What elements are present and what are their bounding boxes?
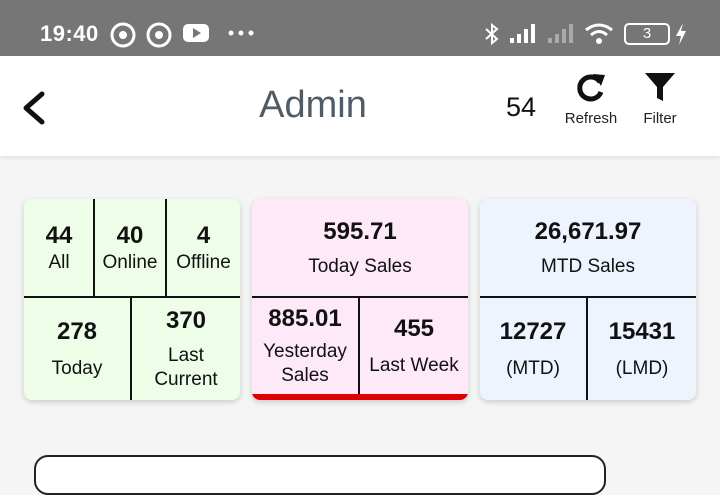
sales-summary-card[interactable]: 595.71 Today Sales 885.01 Yesterday Sale… bbox=[252, 199, 468, 400]
last-current-value: 370 bbox=[165, 307, 207, 334]
bluetooth-icon bbox=[485, 22, 499, 46]
offline-label: Offline bbox=[176, 252, 231, 273]
lmd-count-value: 15431 bbox=[608, 318, 676, 345]
online-label: Online bbox=[102, 252, 158, 273]
last-current-stat[interactable]: 370 Last Current bbox=[132, 298, 240, 400]
status-time: 19:40 bbox=[40, 21, 99, 46]
yesterday-sales-label-line1: Yesterday bbox=[263, 341, 347, 362]
online-stat[interactable]: 40 Online bbox=[95, 199, 165, 297]
filter-label: Filter bbox=[643, 110, 677, 127]
today-sales-value: 595.71 bbox=[323, 218, 397, 245]
offline-stat[interactable]: 4 Offline bbox=[167, 199, 240, 297]
app-bar: Admin 54 Refresh Filter bbox=[0, 56, 720, 156]
all-stat[interactable]: 44 All bbox=[24, 199, 94, 297]
signal-no-service-icon bbox=[548, 24, 573, 43]
today-value: 278 bbox=[56, 318, 98, 345]
last-week-label: Last Week bbox=[369, 355, 459, 376]
battery-icon: 3 bbox=[624, 23, 670, 45]
signal-icon bbox=[510, 24, 535, 43]
refresh-label: Refresh bbox=[564, 110, 618, 127]
today-sales-label: Today Sales bbox=[308, 256, 412, 277]
more-notifications-icon bbox=[228, 30, 254, 36]
mtd-count-stat[interactable]: 12727 (MTD) bbox=[480, 298, 586, 400]
filter-icon bbox=[645, 73, 675, 101]
app-notification-icon bbox=[146, 22, 172, 48]
filter-button[interactable]: Filter bbox=[625, 70, 695, 127]
refresh-icon bbox=[577, 74, 605, 102]
lmd-count-stat[interactable]: 15431 (LMD) bbox=[588, 298, 696, 400]
online-value: 40 bbox=[116, 222, 144, 249]
all-value: 44 bbox=[45, 222, 73, 249]
last-week-value: 455 bbox=[393, 315, 435, 342]
last-current-label-line1: Last bbox=[168, 345, 204, 366]
mtd-summary-card[interactable]: 26,671.97 MTD Sales 12727 (MTD) 15431 (L… bbox=[480, 199, 696, 400]
today-sales-stat[interactable]: 595.71 Today Sales bbox=[252, 199, 468, 297]
mtd-count-label: (MTD) bbox=[506, 358, 560, 379]
last-week-stat[interactable]: 455 Last Week bbox=[360, 298, 468, 394]
youtube-icon bbox=[183, 24, 209, 42]
last-current-label-line2: Current bbox=[154, 369, 218, 390]
mtd-sales-value: 26,671.97 bbox=[534, 218, 642, 245]
offline-value: 4 bbox=[196, 222, 211, 249]
wifi-icon bbox=[585, 23, 613, 44]
mtd-count-value: 12727 bbox=[499, 318, 567, 345]
selected-indicator bbox=[252, 394, 468, 400]
yesterday-sales-stat[interactable]: 885.01 Yesterday Sales bbox=[252, 298, 358, 394]
search-box[interactable] bbox=[34, 455, 606, 495]
devices-summary-card[interactable]: 44 All 40 Online 4 Offline 278 Today 370… bbox=[24, 199, 240, 400]
yesterday-sales-label-line2: Sales bbox=[281, 365, 329, 386]
yesterday-sales-value: 885.01 bbox=[268, 305, 342, 332]
mtd-sales-stat[interactable]: 26,671.97 MTD Sales bbox=[480, 199, 696, 297]
refresh-button[interactable]: Refresh bbox=[556, 70, 626, 127]
charging-icon bbox=[676, 23, 686, 45]
app-notification-icon bbox=[110, 22, 136, 48]
battery-level: 3 bbox=[642, 25, 652, 42]
status-bar: 19:40 3 bbox=[0, 0, 720, 56]
mtd-sales-label: MTD Sales bbox=[541, 256, 635, 277]
today-label: Today bbox=[51, 358, 103, 379]
today-stat[interactable]: 278 Today bbox=[24, 298, 130, 400]
all-label: All bbox=[48, 252, 70, 273]
lmd-count-label: (LMD) bbox=[615, 358, 669, 379]
item-count: 54 bbox=[506, 92, 537, 122]
